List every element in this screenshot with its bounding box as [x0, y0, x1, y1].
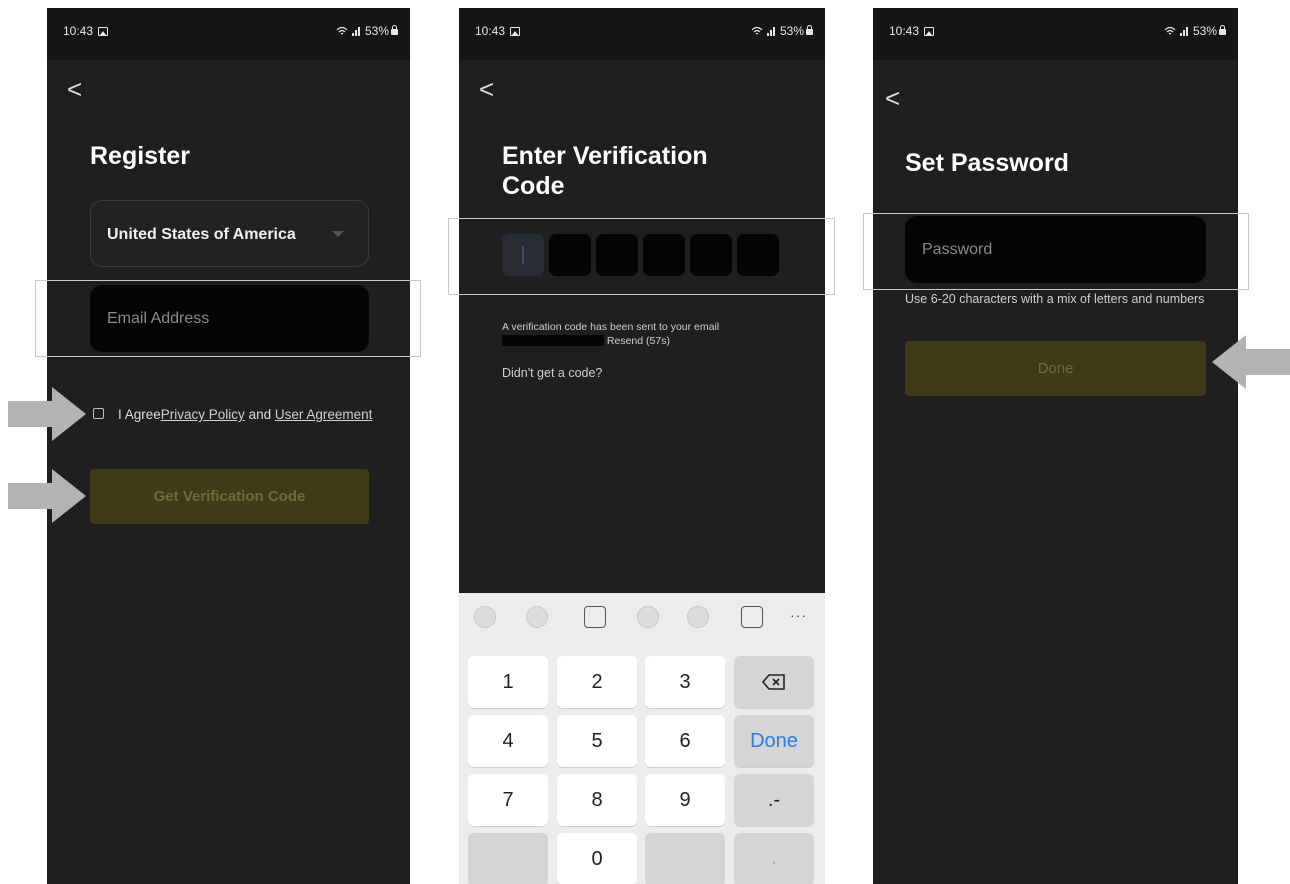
backspace-icon	[762, 674, 785, 690]
lock-icon	[391, 25, 398, 35]
lock-icon	[1219, 25, 1226, 35]
clipboard-icon[interactable]	[584, 606, 606, 628]
battery-percent: 53%	[779, 24, 804, 38]
sticker-icon[interactable]	[637, 606, 659, 628]
signal-icon	[1179, 27, 1188, 36]
key-0[interactable]: 0	[557, 833, 637, 884]
lock-icon	[806, 25, 813, 35]
page-title: Set Password	[905, 149, 1069, 177]
code-digit-2[interactable]	[549, 234, 591, 276]
wifi-icon	[336, 26, 348, 35]
get-verification-code-button[interactable]: Get Verification Code	[90, 469, 369, 524]
back-chevron-icon[interactable]: <	[885, 85, 900, 111]
battery-percent: 53%	[1192, 24, 1217, 38]
wifi-icon	[1164, 26, 1176, 35]
key-9[interactable]: 9	[645, 774, 725, 826]
key-blank-right	[645, 833, 725, 884]
email-input[interactable]: Email Address	[90, 285, 369, 352]
code-digit-5[interactable]	[690, 234, 732, 276]
arrow-left-icon	[1212, 335, 1290, 389]
status-bar: 10:43 53%	[47, 8, 410, 60]
key-7[interactable]: 7	[468, 774, 548, 826]
arrow-right-icon	[8, 387, 86, 441]
done-key[interactable]: Done	[734, 715, 814, 767]
key-3[interactable]: 3	[645, 656, 725, 708]
code-digit-6[interactable]	[737, 234, 779, 276]
page-title: Enter Verification Code	[502, 141, 708, 201]
gif-icon[interactable]	[526, 606, 548, 628]
back-chevron-icon[interactable]: <	[67, 76, 82, 102]
key-4[interactable]: 4	[468, 715, 548, 767]
key-blank-left	[468, 833, 548, 884]
back-chevron-icon[interactable]: <	[479, 76, 494, 102]
didnt-get-code-link[interactable]: Didn't get a code?	[502, 366, 602, 380]
status-time: 10:43	[63, 24, 94, 38]
arrow-right-icon	[8, 469, 86, 523]
numeric-keyboard: ··· 1 2 3 4 5 6 Done 7 8 9 .- 0 ,	[459, 593, 825, 884]
status-time: 10:43	[889, 24, 920, 38]
battery-percent: 53%	[364, 24, 389, 38]
code-sent-message: A verification code has been sent to you…	[502, 321, 720, 347]
text-cursor	[522, 246, 524, 264]
backspace-key[interactable]	[734, 656, 814, 708]
status-bar: 10:43 53%	[873, 8, 1238, 60]
key-6[interactable]: 6	[645, 715, 725, 767]
more-icon[interactable]: ···	[790, 607, 807, 623]
image-icon	[98, 27, 109, 36]
code-digit-3[interactable]	[596, 234, 638, 276]
resend-button[interactable]: Resend (57s)	[607, 335, 670, 347]
key-5[interactable]: 5	[557, 715, 637, 767]
emoji-icon[interactable]	[474, 606, 496, 628]
key-8[interactable]: 8	[557, 774, 637, 826]
key-comma[interactable]: ,	[734, 833, 814, 884]
agree-and: and	[244, 407, 275, 422]
password-placeholder: Password	[922, 240, 993, 258]
password-hint: Use 6-20 characters with a mix of letter…	[905, 292, 1205, 306]
agreement-row: I AgreePrivacy Policy and User Agreement	[93, 406, 373, 424]
register-screen: 10:43 53% < Register United States of Am…	[47, 8, 410, 884]
agree-checkbox[interactable]	[93, 408, 104, 419]
image-icon	[510, 27, 521, 36]
image-icon	[924, 27, 935, 36]
done-button[interactable]: Done	[905, 341, 1206, 396]
user-agreement-link[interactable]: User Agreement	[275, 407, 373, 422]
key-2[interactable]: 2	[557, 656, 637, 708]
signal-icon	[766, 27, 775, 36]
agree-prefix: I Agree	[118, 407, 161, 422]
email-placeholder: Email Address	[107, 309, 210, 327]
redacted-email	[502, 335, 604, 346]
country-selector[interactable]: United States of America	[90, 200, 369, 267]
verification-screen: 10:43 53% < Enter Verification Code A ve…	[459, 8, 825, 884]
status-time: 10:43	[475, 24, 506, 38]
password-input[interactable]: Password	[905, 216, 1206, 283]
title-line-2: Code	[502, 172, 565, 200]
dropdown-caret-icon	[332, 231, 344, 237]
keyboard-settings-icon[interactable]	[741, 606, 763, 628]
key-1[interactable]: 1	[468, 656, 548, 708]
set-password-screen: 10:43 53% < Set Password Password Use 6-…	[873, 8, 1238, 884]
privacy-policy-link[interactable]: Privacy Policy	[161, 407, 245, 422]
code-digit-4[interactable]	[643, 234, 685, 276]
country-value: United States of America	[107, 226, 296, 243]
title-line-1: Enter Verification	[502, 142, 708, 170]
key-dot-dash[interactable]: .-	[734, 774, 814, 826]
translate-icon[interactable]	[687, 606, 709, 628]
signal-icon	[351, 27, 360, 36]
code-digit-1[interactable]	[502, 234, 544, 276]
status-bar: 10:43 53%	[459, 8, 825, 60]
page-title: Register	[90, 142, 191, 170]
wifi-icon	[751, 26, 763, 35]
